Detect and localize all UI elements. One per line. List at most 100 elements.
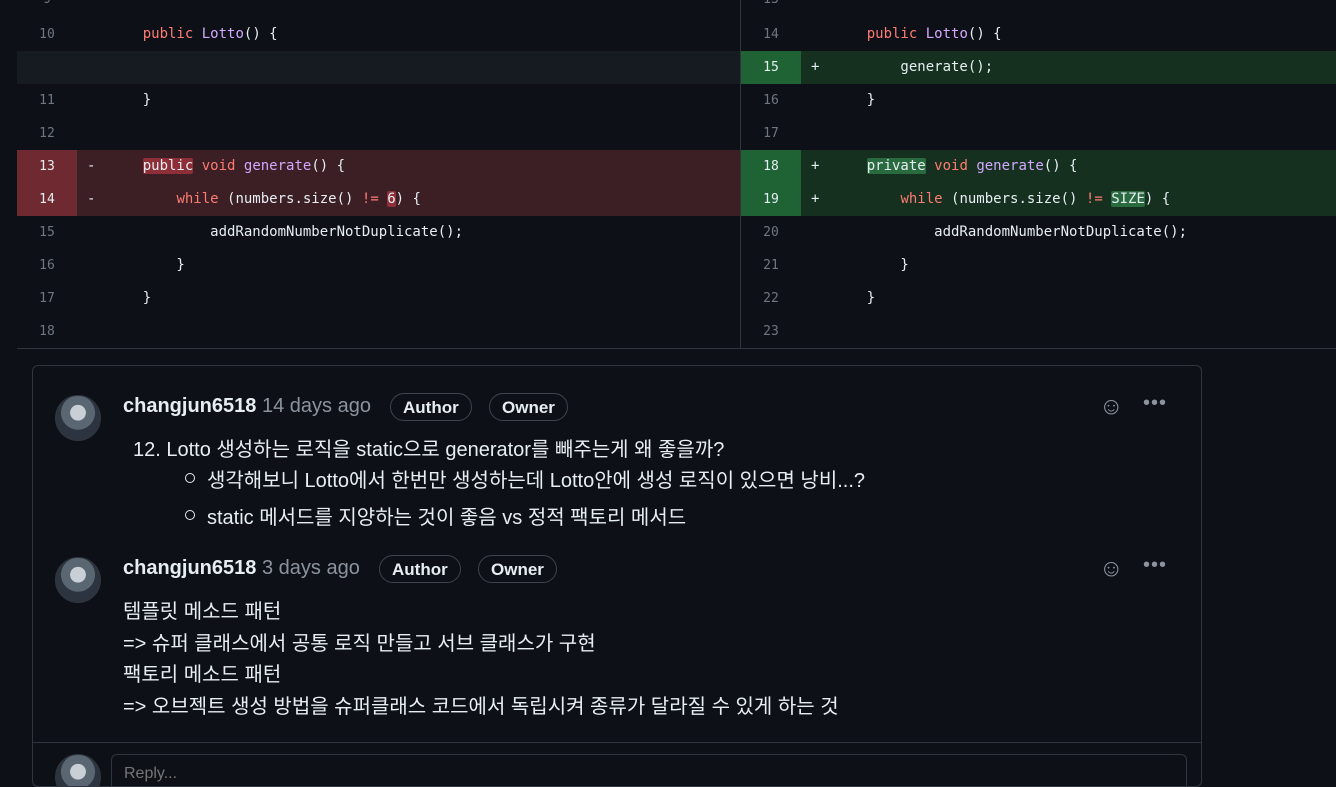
code-text: } (833, 290, 876, 306)
diff-line-old[interactable]: 18 (17, 315, 740, 348)
line-number[interactable]: 19 (741, 183, 801, 216)
diff-line-old[interactable]: 14- while (numbers.size() != 6) { (17, 183, 740, 216)
comment-text-line: => 슈퍼 클래스에서 공통 로직 만들고 서브 클래스가 구현 (123, 633, 596, 655)
added-word-highlight: private (866, 158, 926, 174)
code-text: public void generate() { (142, 158, 346, 174)
line-number[interactable]: 13 (741, 0, 801, 18)
code-text: public Lotto() { (866, 26, 1002, 42)
code-text: } (833, 257, 909, 273)
addition-marker: + (811, 59, 820, 75)
diff-line-old[interactable]: 11 } (17, 84, 740, 117)
line-number[interactable]: 14 (741, 18, 801, 51)
deletion-marker: - (87, 191, 96, 207)
code-keyword: != (1085, 191, 1103, 207)
code-text: while (numbers.size() != SIZE) { (900, 191, 1171, 207)
code-keyword: public (866, 26, 918, 42)
diff-line-new[interactable]: 22 } (741, 282, 1336, 315)
diff-line-new[interactable]: 14 public Lotto() { (741, 18, 1336, 51)
line-number[interactable]: 21 (741, 249, 801, 282)
code-text: addRandomNumberNotDuplicate(); (833, 224, 1188, 240)
comment-author[interactable]: changjun6518 (123, 557, 256, 580)
code-text: addRandomNumberNotDuplicate(); (109, 224, 464, 240)
addition-marker: + (811, 191, 820, 207)
line-number[interactable]: 16 (17, 249, 77, 282)
code-function-name: Lotto (925, 26, 968, 42)
diff-line-old[interactable]: 15 addRandomNumberNotDuplicate(); (17, 216, 740, 249)
avatar[interactable] (55, 395, 101, 441)
line-number[interactable]: 14 (17, 183, 77, 216)
author-badge: Author (379, 555, 461, 583)
smiley-icon[interactable]: ☺ (1099, 395, 1124, 419)
diff-line-old[interactable]: 16 } (17, 249, 740, 282)
diff-line-new[interactable]: 19 + while (numbers.size() != SIZE) { (741, 183, 1336, 216)
line-number[interactable]: 11 (17, 84, 77, 117)
comment-text-line: 팩토리 메소드 패턴 (123, 664, 282, 686)
bullet-icon (185, 473, 195, 483)
line-number[interactable]: 20 (741, 216, 801, 249)
line-number[interactable]: 17 (741, 117, 801, 150)
deleted-word-highlight: 6 (387, 191, 396, 207)
added-word-highlight: SIZE (1111, 191, 1145, 207)
line-number[interactable]: 15 (17, 216, 77, 249)
line-number[interactable]: 12 (17, 117, 77, 150)
comment-timestamp[interactable]: 3 days ago (262, 557, 360, 580)
line-number[interactable]: 15 (741, 51, 801, 84)
diff-line-new[interactable]: 21 } (741, 249, 1336, 282)
review-comment-thread: changjun6518 14 days ago Author Owner ☺ … (32, 365, 1202, 787)
diff-pane-old: 910 public Lotto() {11 }1213- public voi… (17, 0, 741, 348)
deleted-word-highlight: public (142, 158, 194, 174)
comment-timestamp[interactable]: 14 days ago (262, 395, 371, 418)
code-function-name: Lotto (201, 26, 244, 42)
comment-text-line: => 오브젝트 생성 방법을 슈퍼클래스 코드에서 독립시켜 종류가 달라질 수… (123, 696, 839, 718)
line-number[interactable]: 9 (17, 0, 77, 18)
diff-line-old[interactable] (17, 51, 740, 84)
comment-list-item: 12. Lotto 생성하는 로직을 static으로 generator를 빼… (133, 439, 725, 461)
line-number[interactable]: 16 (741, 84, 801, 117)
code-text: } (109, 257, 185, 273)
code-keyword: void (201, 158, 236, 174)
diff-line-new[interactable]: 23 (741, 315, 1336, 348)
diff-line-new[interactable]: 15 + generate(); (741, 51, 1336, 84)
comment-text-line: 템플릿 메소드 패턴 (123, 601, 282, 623)
line-number[interactable]: 17 (17, 282, 77, 315)
line-number[interactable]: 10 (17, 18, 77, 51)
code-keyword: while (900, 191, 943, 207)
kebab-horizontal-icon[interactable]: ••• (1143, 393, 1173, 417)
author-badge: Author (390, 393, 472, 421)
diff-line-old[interactable]: 10 public Lotto() { (17, 18, 740, 51)
diff-line-new[interactable]: 20 addRandomNumberNotDuplicate(); (741, 216, 1336, 249)
owner-badge: Owner (489, 393, 568, 421)
smiley-icon[interactable]: ☺ (1099, 557, 1124, 581)
code-keyword: public (142, 26, 194, 42)
code-text: } (109, 290, 152, 306)
line-number[interactable]: 23 (741, 315, 801, 348)
comment-author[interactable]: changjun6518 (123, 395, 256, 418)
code-function-name: generate (243, 158, 312, 174)
code-function-name: generate (976, 158, 1044, 174)
diff-line-new[interactable]: 18 + private void generate() { (741, 150, 1336, 183)
divider (33, 742, 1201, 743)
code-text: } (833, 92, 876, 108)
code-keyword: != (361, 191, 379, 207)
deletion-marker: - (87, 158, 96, 174)
kebab-horizontal-icon[interactable]: ••• (1143, 555, 1173, 579)
diff-line-old[interactable]: 9 (17, 0, 740, 18)
diff-line-new[interactable]: 13 (741, 0, 1336, 18)
line-number[interactable] (17, 51, 77, 84)
diff-line-new[interactable]: 17 (741, 117, 1336, 150)
owner-badge: Owner (478, 555, 557, 583)
avatar[interactable] (55, 557, 101, 603)
comment-sublist-item: static 메서드를 지양하는 것이 좋음 vs 정적 팩토리 메서드 (207, 507, 687, 529)
diff-line-new[interactable]: 16 } (741, 84, 1336, 117)
line-number[interactable]: 13 (17, 150, 77, 183)
diff-line-old[interactable]: 13- public void generate() { (17, 150, 740, 183)
code-text: private void generate() { (866, 158, 1078, 174)
line-number[interactable]: 22 (741, 282, 801, 315)
diff-line-old[interactable]: 12 (17, 117, 740, 150)
code-keyword: void (934, 158, 968, 174)
diff-line-old[interactable]: 17 } (17, 282, 740, 315)
code-keyword: while (176, 191, 219, 207)
line-number[interactable]: 18 (741, 150, 801, 183)
line-number[interactable]: 18 (17, 315, 77, 348)
code-text: generate(); (833, 59, 994, 75)
